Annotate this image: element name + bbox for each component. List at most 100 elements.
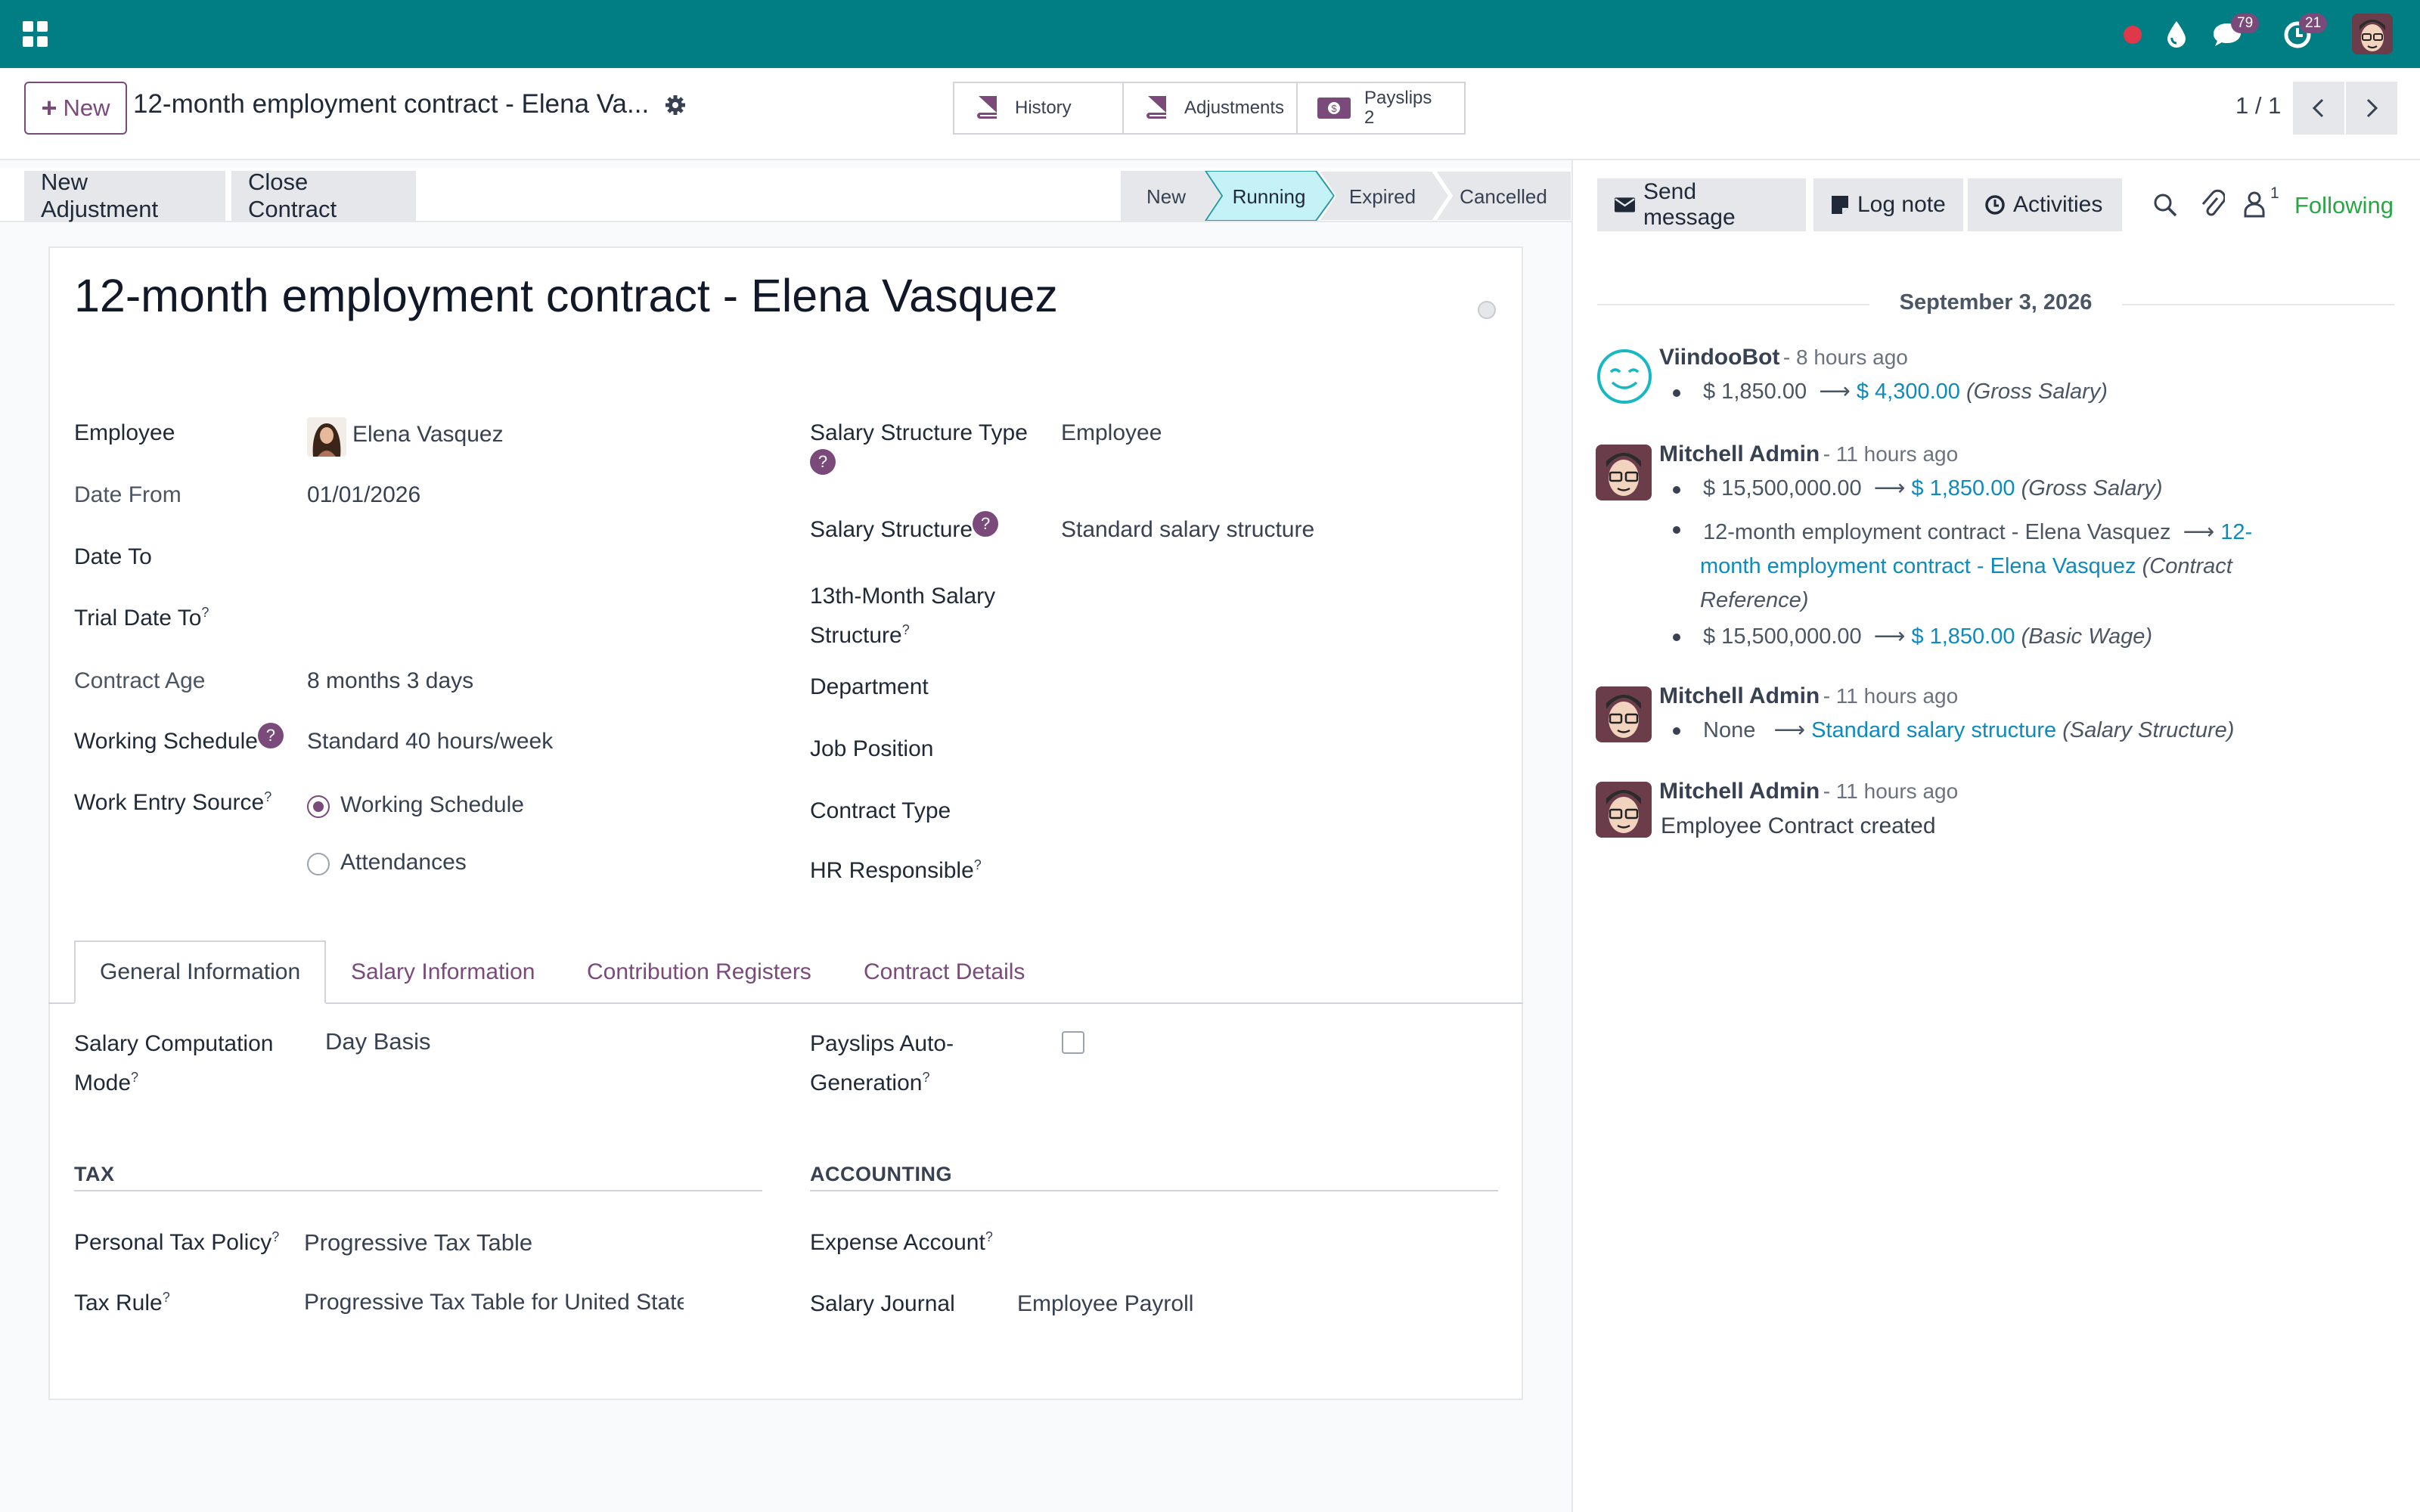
stage-statusbar: New Running Expired Cancelled (1121, 171, 1571, 221)
tax-rule-label: Tax Rule? (74, 1290, 170, 1315)
salary-journal-value[interactable]: Employee Payroll (1017, 1291, 1193, 1317)
bullet (1673, 727, 1680, 735)
author-avatar[interactable] (1596, 445, 1652, 500)
activities-label: Activities (2013, 192, 2103, 217)
user-avatar[interactable] (2352, 14, 2393, 54)
expense-account-field[interactable] (1017, 1220, 1486, 1258)
close-contract-button[interactable]: Close Contract (231, 169, 416, 222)
author-avatar[interactable] (1596, 686, 1652, 742)
contract-type-field[interactable] (1061, 789, 1485, 827)
book-icon (1146, 96, 1166, 119)
help-icon[interactable]: ? (810, 449, 836, 475)
author-avatar[interactable] (1596, 782, 1652, 838)
message-time: - 8 hours ago (1782, 345, 1908, 369)
employee-label: Employee (74, 420, 175, 445)
history-smart-button[interactable]: History (953, 82, 1124, 135)
payslips-label: Payslips (1364, 88, 1432, 108)
hr-responsible-label: HR Responsible? (810, 857, 982, 883)
message-time: - 11 hours ago (1823, 684, 1959, 708)
send-message-label: Send message (1643, 179, 1736, 230)
follower-icon[interactable] (2243, 191, 2266, 218)
work-entry-option-label[interactable]: Attendances (340, 850, 467, 875)
date-to-field[interactable] (307, 534, 746, 572)
work-entry-radio-attendances[interactable] (307, 853, 330, 875)
pager-previous-button[interactable] (2293, 82, 2344, 135)
tax-rule-value[interactable]: Progressive Tax Table for United State (304, 1290, 684, 1315)
pager-value[interactable]: 1 / 1 (2235, 92, 2281, 119)
date-separator-label: September 3, 2026 (1899, 290, 2093, 314)
stage-expired-label: Expired (1349, 185, 1416, 208)
chevron-right-icon (2366, 98, 2378, 118)
working-schedule-value[interactable]: Standard 40 hours/week (307, 729, 553, 754)
contract-type-label: Contract Type (810, 798, 951, 823)
arrow-right-icon: ⟶ (1813, 380, 1851, 404)
tab-general-information[interactable]: General Information (74, 940, 327, 1004)
send-message-button[interactable]: Send message (1597, 178, 1806, 231)
department-field[interactable] (1061, 665, 1485, 703)
payslips-auto-generation-label: Payslips Auto- Generation? (810, 1031, 954, 1095)
contract-age-value: 8 months 3 days (307, 668, 474, 693)
new-button[interactable]: + New (24, 82, 127, 135)
message-time: - 11 hours ago (1823, 442, 1959, 466)
tracking-value-line: $ 15,500,000.00 ⟶ $ 1,850.00 (Gross Sala… (1703, 476, 2163, 500)
log-note-button[interactable]: Log note (1813, 178, 1963, 231)
message-author[interactable]: ViindooBot (1659, 345, 1779, 370)
salary-structure-type-value[interactable]: Employee (1061, 420, 1162, 446)
top-navbar: 79 21 (0, 0, 2420, 68)
salary-computation-mode-value[interactable]: Day Basis (325, 1028, 431, 1055)
recording-icon[interactable] (2124, 26, 2142, 44)
adjustments-smart-button[interactable]: Adjustments (1122, 82, 1298, 135)
tracking-value-line: $ 15,500,000.00 ⟶ $ 1,850.00 (Basic Wage… (1703, 624, 2153, 649)
tab-contract-details[interactable]: Contract Details (839, 940, 1049, 1004)
message-body: Employee Contract created (1661, 813, 1936, 838)
help-icon[interactable]: ? (257, 723, 284, 748)
plus-icon: + (41, 92, 57, 123)
contract-title[interactable]: 12-month employment contract - Elena Vas… (74, 269, 1058, 322)
salary-structure-value[interactable]: Standard salary structure (1061, 517, 1314, 543)
droplet-icon[interactable] (2164, 20, 2189, 48)
arrow-right-icon: ⟶ (1867, 476, 1906, 500)
working-schedule-label: Working Schedule? (74, 723, 284, 754)
tax-section-divider (74, 1190, 762, 1191)
search-icon[interactable] (2152, 192, 2178, 218)
message-author[interactable]: Mitchell Admin (1659, 683, 1820, 708)
payslips-count: 2 (1364, 107, 1375, 128)
message-author[interactable]: Mitchell Admin (1659, 779, 1820, 804)
stage-cancelled-label: Cancelled (1460, 185, 1547, 208)
adjustments-label: Adjustments (1184, 98, 1285, 118)
gear-icon[interactable] (664, 94, 687, 116)
pager-next-button[interactable] (2346, 82, 2397, 135)
followers-count: 1 (2270, 184, 2279, 202)
employee-value[interactable]: Elena Vasquez (352, 422, 504, 448)
kanban-state-icon[interactable] (1478, 301, 1496, 319)
message-header: Mitchell Admin - 11 hours ago (1659, 683, 1958, 709)
salary-computation-mode-label: Salary Computation Mode? (74, 1031, 274, 1095)
app-menu-icon[interactable] (23, 21, 48, 47)
payslips-auto-generation-checkbox[interactable] (1062, 1031, 1084, 1054)
help-icon[interactable]: ? (973, 511, 999, 537)
breadcrumb: 12-month employment contract - Elena Va.… (133, 89, 650, 119)
job-position-field[interactable] (1061, 727, 1485, 765)
activities-button[interactable]: Activities (1968, 178, 2122, 231)
following-button[interactable]: Following (2294, 192, 2394, 219)
stage-new-label: New (1146, 185, 1186, 208)
arrow-right-icon: ⟶ (1867, 624, 1906, 649)
tab-contribution-registers[interactable]: Contribution Registers (563, 940, 836, 1004)
paperclip-icon[interactable] (2199, 189, 2225, 219)
thirteenth-month-field[interactable] (1061, 582, 1485, 620)
work-entry-source-label: Work Entry Source? (74, 789, 272, 815)
payslips-smart-button[interactable]: $ Payslips 2 (1296, 82, 1466, 135)
trial-date-field[interactable] (307, 596, 746, 634)
work-entry-option-label[interactable]: Working Schedule (340, 792, 524, 818)
work-entry-radio-working-schedule[interactable] (307, 795, 330, 818)
hr-responsible-field[interactable] (1061, 851, 1485, 889)
salary-journal-label: Salary Journal (810, 1291, 955, 1316)
tab-salary-information[interactable]: Salary Information (327, 940, 559, 1004)
new-adjustment-button[interactable]: New Adjustment (24, 169, 225, 222)
bullet (1673, 634, 1680, 641)
message-author[interactable]: Mitchell Admin (1659, 442, 1820, 466)
date-from-value[interactable]: 01/01/2026 (307, 482, 420, 508)
personal-tax-policy-value[interactable]: Progressive Tax Table (304, 1229, 532, 1256)
activities-badge: 21 (2299, 14, 2328, 33)
chevron-left-icon (2312, 98, 2324, 118)
